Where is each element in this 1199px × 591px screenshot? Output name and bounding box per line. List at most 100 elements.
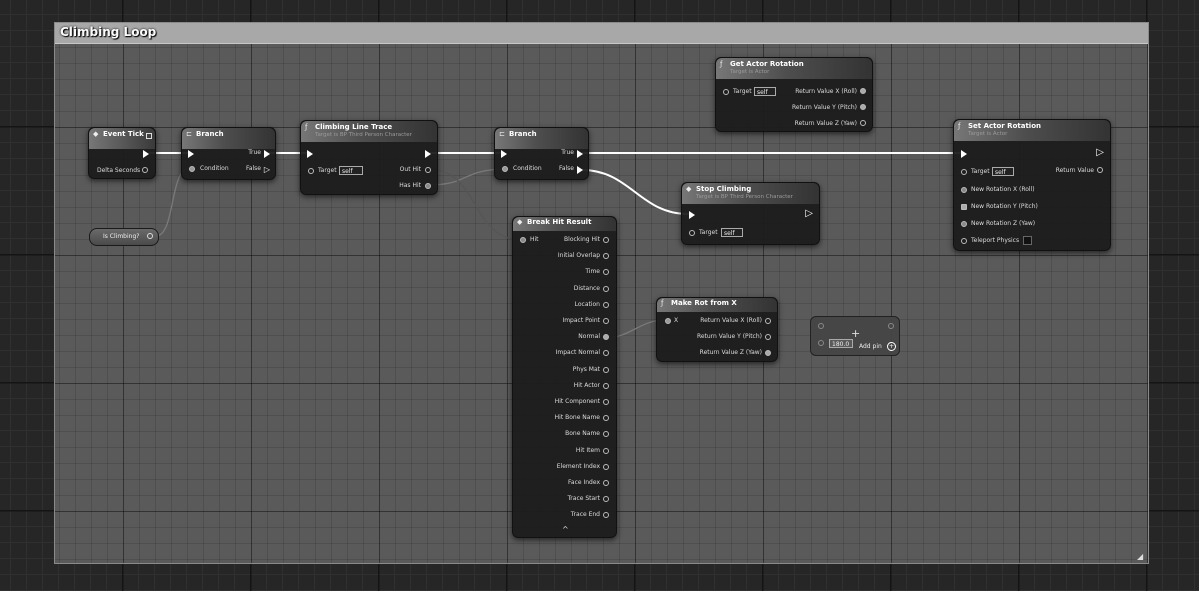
- exec-out-pin[interactable]: [143, 150, 149, 158]
- node-subtitle: Target is BP Third Person Character: [315, 132, 412, 138]
- hit-in-pin[interactable]: [520, 237, 526, 243]
- exec-out-outline-icon[interactable]: ▷: [1096, 147, 1104, 158]
- pin-label-output: Phys Mat: [572, 365, 600, 373]
- exec-true-pin[interactable]: [264, 150, 270, 158]
- node-get-actor-rotation[interactable]: ƒ Get Actor Rotation Target is Actor Tar…: [715, 57, 873, 132]
- target-self-field[interactable]: self: [339, 166, 363, 175]
- node-is-climbing-variable[interactable]: Is Climbing?: [89, 228, 159, 246]
- output-pin[interactable]: [603, 512, 609, 519]
- node-branch-2[interactable]: ⊏ Branch True Condition False: [494, 127, 589, 180]
- pin-label-false: False: [245, 165, 261, 172]
- delegate-pin[interactable]: [146, 133, 152, 139]
- pin-label-return-y: Return Value Y (Pitch): [791, 104, 857, 111]
- node-event-tick[interactable]: ◆ Event Tick Delta Seconds: [88, 127, 156, 179]
- pin-label-output: Distance: [573, 284, 600, 292]
- node-title: Make Rot from X: [671, 299, 737, 307]
- new-z-pin[interactable]: [961, 221, 967, 227]
- output-pin[interactable]: [603, 431, 609, 438]
- exec-in-pin[interactable]: [307, 150, 313, 158]
- node-climbing-line-trace[interactable]: ƒ Climbing Line Trace Target is BP Third…: [300, 120, 438, 195]
- exec-in-pin[interactable]: [689, 211, 695, 219]
- teleport-pin[interactable]: [961, 238, 967, 244]
- output-pin[interactable]: [603, 415, 609, 422]
- output-pin[interactable]: [888, 323, 894, 329]
- node-break-hit-result[interactable]: ◆ Break Hit Result Hit ^ Blocking Hit Ini…: [512, 216, 617, 538]
- has-hit-pin[interactable]: [425, 183, 431, 189]
- output-pin[interactable]: [603, 253, 609, 260]
- output-pin[interactable]: [603, 318, 609, 324]
- condition-pin[interactable]: [502, 166, 508, 172]
- out-hit-pin[interactable]: [425, 167, 431, 173]
- exec-in-pin[interactable]: [501, 150, 507, 158]
- node-stop-climbing[interactable]: ◆ Stop Climbing Target is BP Third Perso…: [681, 182, 820, 245]
- pin-label-x: X: [674, 317, 679, 324]
- exec-in-pin[interactable]: [188, 150, 194, 158]
- output-pin[interactable]: [603, 366, 609, 373]
- is-climbing-out-pin[interactable]: [147, 233, 153, 239]
- exec-false-pin[interactable]: [577, 166, 583, 174]
- output-pin[interactable]: [603, 350, 609, 357]
- exec-in-pin[interactable]: [961, 150, 967, 158]
- struct-icon: ◆: [517, 218, 523, 226]
- node-add-float[interactable]: 180.0 + Add pin +: [810, 316, 900, 356]
- exec-true-pin[interactable]: [577, 150, 583, 158]
- output-pin[interactable]: [603, 480, 609, 486]
- pin-label-output: Location: [574, 300, 600, 308]
- target-pin[interactable]: [961, 169, 967, 175]
- node-make-rot-from-x[interactable]: ƒ Make Rot from X X Return Value X (Roll…: [656, 297, 778, 362]
- output-pin[interactable]: [603, 334, 609, 341]
- target-pin[interactable]: [689, 230, 695, 236]
- target-self-field[interactable]: self: [721, 228, 743, 237]
- input-a-pin[interactable]: [818, 323, 824, 329]
- output-pin[interactable]: [603, 463, 609, 470]
- pin-label-output: Impact Normal: [555, 349, 600, 357]
- output-pin[interactable]: [603, 269, 609, 276]
- target-pin[interactable]: [308, 168, 314, 174]
- pin-label-true: True: [248, 149, 261, 156]
- pin-label-hit: Hit: [530, 236, 539, 243]
- target-pin[interactable]: [723, 89, 729, 95]
- pin-label-output: Time: [585, 268, 600, 276]
- new-x-pin[interactable]: [961, 187, 967, 193]
- new-y-pin[interactable]: [961, 204, 967, 210]
- output-pin[interactable]: [603, 496, 609, 503]
- pin-label-target: Target: [699, 229, 718, 236]
- output-pin[interactable]: [603, 399, 609, 405]
- output-pin[interactable]: [603, 382, 609, 389]
- target-self-field[interactable]: self: [992, 167, 1014, 176]
- resize-grip-icon[interactable]: ◢: [1137, 553, 1145, 561]
- expand-arrow-icon[interactable]: ^: [562, 525, 569, 534]
- node-set-actor-rotation[interactable]: ƒ Set Actor Rotation Target is Actor ▷ T…: [953, 119, 1111, 251]
- add-pin-label[interactable]: Add pin: [859, 343, 882, 350]
- exec-out-outline-icon[interactable]: ▷: [805, 208, 813, 219]
- value-field[interactable]: 180.0: [829, 339, 853, 348]
- condition-pin[interactable]: [189, 166, 195, 172]
- exec-out-pin[interactable]: [425, 150, 431, 158]
- target-self-field[interactable]: self: [754, 87, 776, 96]
- return-y-pin[interactable]: [860, 104, 866, 110]
- output-pin[interactable]: [603, 285, 609, 292]
- node-branch-1[interactable]: ⊏ Branch True Condition False ▷: [181, 127, 276, 180]
- pin-label-return-x: Return Value X (Roll): [795, 88, 857, 95]
- return-y-pin[interactable]: [765, 334, 771, 340]
- output-pin[interactable]: [603, 237, 609, 243]
- output-pin[interactable]: [603, 447, 609, 454]
- input-b-pin[interactable]: [818, 340, 824, 346]
- teleport-checkbox[interactable]: [1023, 236, 1032, 245]
- pin-label-return-y: Return Value Y (Pitch): [696, 333, 762, 340]
- return-z-pin[interactable]: [860, 120, 866, 126]
- return-x-pin[interactable]: [860, 88, 866, 94]
- return-z-pin[interactable]: [765, 350, 771, 356]
- function-icon: ƒ: [958, 122, 961, 130]
- return-x-pin[interactable]: [765, 318, 771, 324]
- comment-header[interactable]: Climbing Loop: [55, 23, 1148, 44]
- return-value-pin[interactable]: [1097, 167, 1103, 173]
- operator-plus-icon: +: [851, 327, 861, 340]
- x-in-pin[interactable]: [665, 318, 671, 324]
- node-subtitle: Target is Actor: [968, 131, 1008, 137]
- pin-label-condition: Condition: [513, 165, 542, 172]
- output-pin[interactable]: [603, 301, 609, 308]
- delta-seconds-pin[interactable]: [142, 167, 148, 173]
- add-pin-icon[interactable]: +: [887, 342, 896, 351]
- pin-label-new-x: New Rotation X (Roll): [971, 186, 1035, 193]
